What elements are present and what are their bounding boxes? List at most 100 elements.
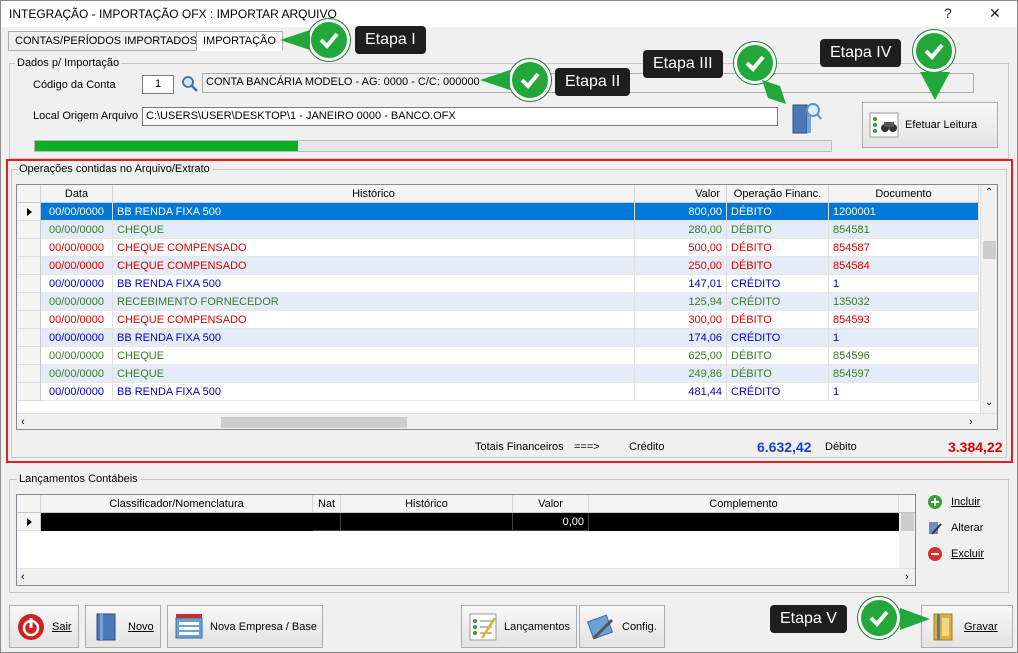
lanc-scroll-right-icon[interactable]: › xyxy=(905,571,909,583)
cell-documento: 1200001 xyxy=(829,203,979,221)
operacoes-grid: Data Histórico Valor Operação Financ. Do… xyxy=(16,184,998,430)
cell-valor: 300,00 xyxy=(635,311,727,329)
lancamento-nat xyxy=(313,513,341,531)
excluir-button[interactable]: Excluir xyxy=(927,546,984,562)
alterar-button[interactable]: Alterar xyxy=(927,520,983,536)
window-title: INTEGRAÇÃO - IMPORTAÇÃO OFX : IMPORTAR A… xyxy=(9,7,337,21)
lancamento-row[interactable]: 0,00 xyxy=(17,513,899,531)
lancamentos-label: Lançamentos xyxy=(504,620,571,633)
debito-label: Débito xyxy=(825,441,857,453)
efetuar-leitura-button[interactable]: Efetuar Leitura xyxy=(862,102,998,148)
app-window: INTEGRAÇÃO - IMPORTAÇÃO OFX : IMPORTAR A… xyxy=(0,0,1018,653)
lanc-vscrollbar[interactable] xyxy=(899,513,915,568)
cell-operacao: CRÉDITO xyxy=(727,329,829,347)
row-indicator xyxy=(17,383,41,401)
header-indicator xyxy=(17,495,41,513)
lanc-scroll-thumb[interactable] xyxy=(901,513,914,531)
scroll-left-icon[interactable]: ‹ xyxy=(21,416,25,428)
incluir-label: Incluir xyxy=(951,496,981,508)
codigo-conta-input[interactable]: 1 xyxy=(142,75,174,94)
cell-operacao: DÉBITO xyxy=(727,239,829,257)
operacao-row[interactable]: 00/00/0000 CHEQUE COMPENSADO 250,00 DÉBITO 8… xyxy=(17,257,979,275)
row-indicator xyxy=(17,239,41,257)
config-button[interactable]: Config. xyxy=(579,605,665,648)
open-file-icon[interactable] xyxy=(791,99,823,135)
cell-valor: 249,86 xyxy=(635,365,727,383)
binoculars-icon xyxy=(869,110,899,140)
settings-icon xyxy=(586,612,616,642)
scroll-down-icon[interactable]: ⌄ xyxy=(985,397,993,408)
checklist-icon xyxy=(468,612,498,642)
close-button[interactable]: ✕ xyxy=(989,5,1001,22)
operacao-row[interactable]: 00/00/0000 BB RENDA FIXA 500 800,00 DÉBITO 1… xyxy=(17,203,979,221)
col-data[interactable]: Data xyxy=(41,185,113,203)
vertical-scrollbar[interactable]: ⌃ ⌄ xyxy=(980,185,997,413)
scroll-right-icon[interactable]: › xyxy=(969,416,973,428)
operacao-row[interactable]: 00/00/0000 CHEQUE COMPENSADO 300,00 DÉBITO 8… xyxy=(17,311,979,329)
lanc-scroll-left-icon[interactable]: ‹ xyxy=(21,571,25,583)
novo-button[interactable]: Novo xyxy=(85,605,161,648)
lancamentos-button[interactable]: Lançamentos xyxy=(461,605,577,648)
cell-documento: 135032 xyxy=(829,293,979,311)
scroll-thumb[interactable] xyxy=(983,241,996,259)
help-button[interactable]: ? xyxy=(944,5,952,21)
operacoes-grid-header: Data Histórico Valor Operação Financ. Do… xyxy=(17,185,997,203)
tab-importacao[interactable]: IMPORTAÇÃO xyxy=(196,31,283,51)
col-nat[interactable]: Nat xyxy=(313,495,341,513)
config-label: Config. xyxy=(622,620,657,633)
etapa-4-arrow-icon xyxy=(920,72,950,100)
cell-documento: 854587 xyxy=(829,239,979,257)
cell-data: 00/00/0000 xyxy=(41,221,113,239)
operacao-row[interactable]: 00/00/0000 CHEQUE 625,00 DÉBITO 854596 xyxy=(17,347,979,365)
horizontal-scrollbar[interactable]: ‹ › xyxy=(17,413,997,429)
cell-historico: CHEQUE xyxy=(113,221,635,239)
cell-historico: CHEQUE COMPENSADO xyxy=(113,257,635,275)
operacao-row[interactable]: 00/00/0000 BB RENDA FIXA 500 174,06 CRÉDITO… xyxy=(17,329,979,347)
power-icon xyxy=(16,612,46,642)
operacao-row[interactable]: 00/00/0000 CHEQUE 280,00 DÉBITO 854581 xyxy=(17,221,979,239)
lancamentos-group-label: Lançamentos Contábeis xyxy=(17,473,140,485)
minus-icon xyxy=(928,547,942,561)
cell-operacao: CRÉDITO xyxy=(727,275,829,293)
col-classificador[interactable]: Classificador/Nomenclatura xyxy=(41,495,313,513)
col-historico[interactable]: Histórico xyxy=(113,185,635,203)
company-icon xyxy=(174,612,204,642)
nova-empresa-button[interactable]: Nova Empresa / Base xyxy=(167,605,323,648)
cell-historico: BB RENDA FIXA 500 xyxy=(113,329,635,347)
credito-label: Crédito xyxy=(629,441,665,453)
sair-button[interactable]: Sair xyxy=(9,605,79,648)
etapa-1-callout: Etapa I xyxy=(355,26,426,54)
col-complemento[interactable]: Complemento xyxy=(589,495,899,513)
etapa-3-callout: Etapa III xyxy=(643,50,723,78)
cell-historico: RECEBIMENTO FORNECEDOR xyxy=(113,293,635,311)
hscroll-thumb[interactable] xyxy=(221,417,407,428)
cell-historico: BB RENDA FIXA 500 xyxy=(113,203,635,221)
cell-data: 00/00/0000 xyxy=(41,239,113,257)
cell-documento: 854581 xyxy=(829,221,979,239)
operacao-row[interactable]: 00/00/0000 RECEBIMENTO FORNECEDOR 125,94 CR… xyxy=(17,293,979,311)
origem-arquivo-input[interactable]: C:\USERS\USER\DESKTOP\1 - JANEIRO 0000 -… xyxy=(142,107,778,126)
tab-contas-periodos[interactable]: CONTAS/PERÍODOS IMPORTADOS xyxy=(8,31,205,51)
sair-label: Sair xyxy=(52,620,72,633)
cell-operacao: DÉBITO xyxy=(727,203,829,221)
etapa-2-callout: Etapa II xyxy=(555,68,631,96)
operacao-row[interactable]: 00/00/0000 BB RENDA FIXA 500 481,44 CRÉDITO… xyxy=(17,383,979,401)
scroll-up-icon[interactable]: ⌃ xyxy=(985,187,993,198)
cell-historico: CHEQUE COMPENSADO xyxy=(113,311,635,329)
row-pointer-icon xyxy=(17,203,41,221)
col-valor[interactable]: Valor xyxy=(635,185,727,203)
lanc-hscrollbar[interactable]: ‹ › xyxy=(17,568,915,585)
cell-operacao: CRÉDITO xyxy=(727,293,829,311)
cell-documento: 854593 xyxy=(829,311,979,329)
col-valor-lanc[interactable]: Valor xyxy=(513,495,589,513)
incluir-button[interactable]: Incluir xyxy=(927,494,980,510)
col-documento[interactable]: Documento xyxy=(829,185,979,203)
operacao-row[interactable]: 00/00/0000 CHEQUE 249,86 DÉBITO 854597 xyxy=(17,365,979,383)
col-historico-lanc[interactable]: Histórico xyxy=(341,495,513,513)
search-icon[interactable] xyxy=(181,75,199,93)
operacao-row[interactable]: 00/00/0000 BB RENDA FIXA 500 147,01 CRÉDITO… xyxy=(17,275,979,293)
col-operacao[interactable]: Operação Financ. xyxy=(727,185,829,203)
gravar-button[interactable]: Gravar xyxy=(921,605,1013,648)
operacao-row[interactable]: 00/00/0000 CHEQUE COMPENSADO 500,00 DÉBITO 8… xyxy=(17,239,979,257)
codigo-label: Código da Conta xyxy=(33,79,116,91)
